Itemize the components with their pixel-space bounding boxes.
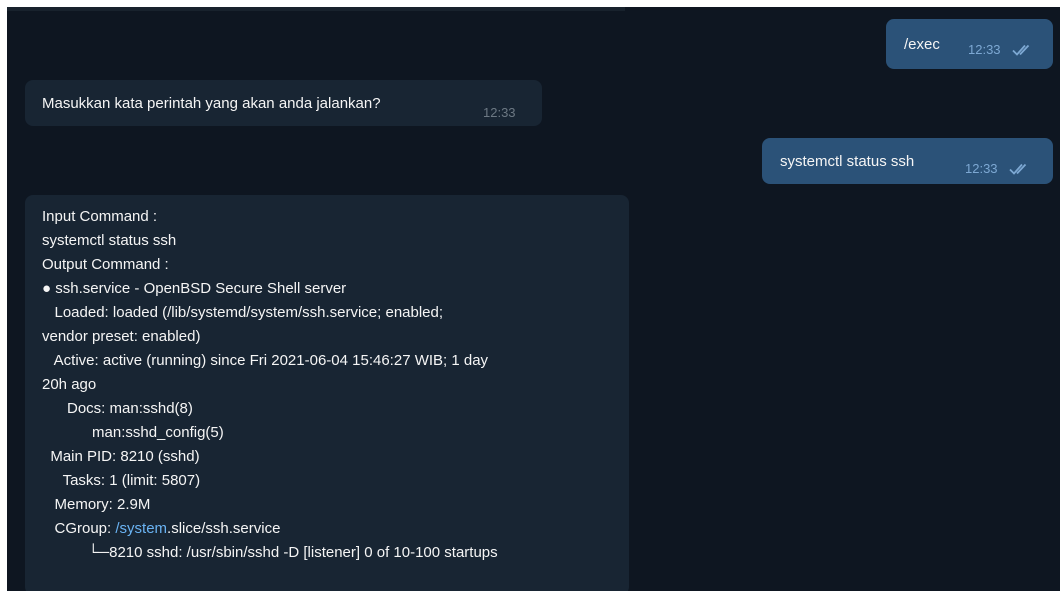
- output-line-cgroup: CGroup: /system.slice/ssh.service: [42, 517, 629, 541]
- output-line: Main PID: 8210 (sshd): [42, 448, 200, 465]
- output-line: Input Command :: [42, 208, 158, 225]
- output-line: systemctl status ssh: [42, 232, 177, 249]
- message-text: /exec: [904, 36, 940, 53]
- message-time: 12:33: [483, 105, 516, 120]
- output-line: vendor preset: enabled): [42, 328, 201, 345]
- message-time: 12:33: [965, 161, 998, 176]
- incoming-message-output[interactable]: Input Command : systemctl status ssh Out…: [25, 195, 629, 591]
- double-check-icon: [1012, 44, 1030, 56]
- top-divider: [7, 7, 625, 11]
- message-text: Masukkan kata perintah yang akan anda ja…: [42, 95, 381, 112]
- output-text: CGroup:: [42, 520, 116, 537]
- output-line: 20h ago: [42, 376, 97, 393]
- output-line: Output Command :: [42, 256, 169, 273]
- output-line: Memory: 2.9M: [42, 496, 151, 513]
- message-time: 12:33: [968, 42, 1001, 57]
- output-line: man:sshd_config(5): [42, 424, 224, 441]
- message-meta: 12:33: [965, 157, 1031, 181]
- message-meta: 12:33: [968, 38, 1034, 62]
- output-line: └─8210 sshd: /usr/sbin/sshd -D [listener…: [42, 544, 498, 561]
- output-text: .slice/ssh.service: [167, 520, 281, 537]
- double-check-icon: [1009, 163, 1027, 175]
- chat-area[interactable]: /exec 12:33 Masukkan kata perintah yang …: [7, 7, 1060, 591]
- output-line: Docs: man:sshd(8): [42, 400, 193, 417]
- output-line: Active: active (running) since Fri 2021-…: [42, 352, 489, 369]
- output-line: Tasks: 1 (limit: 5807): [42, 472, 201, 489]
- output-line: ● ssh.service - OpenBSD Secure Shell ser…: [42, 280, 347, 297]
- outgoing-message-systemctl[interactable]: systemctl status ssh 12:33: [762, 138, 1053, 184]
- outgoing-message-exec[interactable]: /exec 12:33: [886, 19, 1053, 69]
- message-text: systemctl status ssh: [780, 153, 915, 170]
- output-line: Loaded: loaded (/lib/systemd/system/ssh.…: [42, 304, 444, 321]
- incoming-message-prompt[interactable]: Masukkan kata perintah yang akan anda ja…: [25, 80, 542, 126]
- system-link[interactable]: /system: [115, 520, 167, 537]
